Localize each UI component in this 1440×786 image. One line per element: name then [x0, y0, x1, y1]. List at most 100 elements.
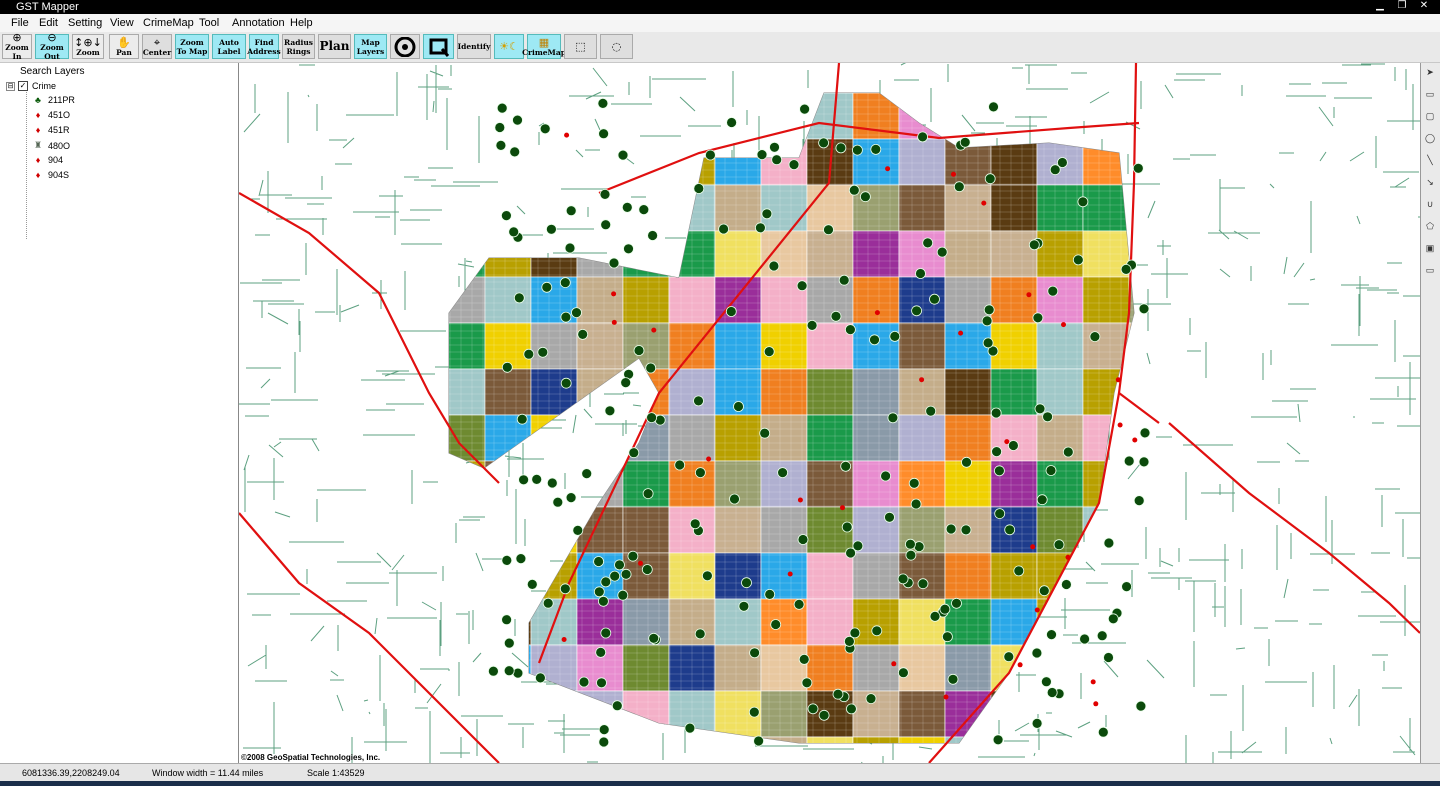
auto-label-button[interactable]: Auto Label [212, 34, 246, 59]
highway-line [1168, 422, 1420, 634]
layer-item-480o[interactable]: ♜ 480O [33, 140, 70, 151]
menu-setting[interactable]: Setting [68, 17, 102, 29]
crime-marker [604, 405, 616, 417]
zoom-in-button[interactable]: ⊕ Zoom In [2, 32, 32, 61]
crime-marker [1053, 539, 1065, 551]
district-block [1128, 138, 1134, 186]
district-block [622, 138, 670, 186]
zoom-out-button[interactable]: ⊖ Zoom Out [35, 32, 69, 61]
text-tool-icon[interactable]: ▭ [1424, 264, 1436, 276]
menu-help[interactable]: Help [290, 17, 313, 29]
crime-marker [600, 627, 612, 639]
crime-marker [596, 677, 607, 689]
red-pin-icon: ♦ [35, 110, 41, 120]
measure-radius-button[interactable]: ◌ [600, 34, 633, 59]
radius-rings-button[interactable]: Radius Rings [282, 34, 315, 59]
menu-view[interactable]: View [110, 17, 134, 29]
identify-button[interactable]: Identify [457, 34, 491, 59]
pan-button[interactable]: ✋ Pan [109, 34, 139, 59]
crime-marker [508, 226, 520, 238]
gray-figure-icon: ♜ [33, 140, 43, 150]
layer-checkbox[interactable]: ✓ [18, 81, 28, 91]
sun-moon-icon: ☀☾ [499, 40, 519, 53]
district-block [852, 736, 900, 743]
crime-marker [801, 677, 813, 689]
district-block [714, 138, 762, 186]
crime-marker [689, 518, 701, 530]
zoom-to-map-button[interactable]: Zoom To Map [175, 34, 209, 59]
collapse-icon[interactable]: ⊟ [6, 81, 15, 91]
close-button[interactable]: ✕ [1416, 0, 1432, 12]
red-incident-marker [958, 330, 964, 336]
crime-marker [945, 523, 957, 535]
crime-marker [994, 465, 1005, 477]
district-block [944, 276, 992, 324]
menu-file[interactable]: File [11, 17, 29, 29]
map-layers-button[interactable]: Map Layers [354, 34, 387, 59]
find-address-button[interactable]: Find Address [247, 34, 281, 59]
line-tool-icon[interactable]: ╲ [1424, 154, 1436, 166]
red-incident-marker [611, 319, 617, 325]
map-graphic[interactable] [239, 63, 1420, 763]
layer-item-451r[interactable]: ♦ 451R [33, 125, 70, 135]
crime-marker [1121, 581, 1132, 592]
layer-item-451o[interactable]: ♦ 451O [33, 110, 70, 120]
map-canvas[interactable]: ©2008 GeoSpatial Technologies, Inc. [239, 63, 1420, 763]
crime-marker [942, 631, 953, 643]
zoom-button[interactable]: ↕⊕↓ Zoom [72, 34, 104, 59]
crimemap-button[interactable]: ▦ CrimeMap [522, 34, 566, 59]
layer-item-904[interactable]: ♦ 904 [33, 155, 63, 165]
crime-marker [917, 131, 928, 143]
drawing-toolbar: ➤ ▭ ▢ ◯ ╲ ↘ ∪ ⬠ ▣ ▭ [1420, 63, 1440, 763]
tree-root-crime[interactable]: ⊟ ✓ Crime [6, 81, 56, 91]
ellipse-tool-icon[interactable]: ◯ [1424, 132, 1436, 144]
center-button[interactable]: ⌖ Center [142, 34, 172, 59]
plan-button[interactable]: Plan [318, 34, 351, 59]
menu-edit[interactable]: Edit [39, 17, 58, 29]
district-block [484, 690, 532, 738]
crime-marker [729, 493, 740, 505]
district-block [944, 93, 992, 140]
menu-crimemap[interactable]: CrimeMap [143, 17, 194, 29]
crime-marker [1032, 312, 1044, 324]
crime-marker [609, 570, 621, 582]
crime-marker [756, 149, 768, 160]
red-incident-marker [891, 661, 897, 667]
crime-marker [694, 467, 706, 479]
select-region-button[interactable] [423, 34, 454, 59]
district-block [576, 506, 624, 554]
polygon-tool-icon[interactable]: ⬠ [1424, 220, 1436, 232]
maximize-button[interactable]: ❐ [1394, 0, 1410, 12]
weather-button[interactable]: ☀☾ [494, 34, 524, 59]
arrow-line-tool-icon[interactable]: ↘ [1424, 176, 1436, 188]
crime-marker [759, 427, 771, 439]
district-block [530, 736, 578, 743]
menu-tool[interactable]: Tool [199, 17, 219, 29]
layer-item-904s[interactable]: ♦ 904S [33, 170, 69, 180]
target-button[interactable] [390, 34, 420, 59]
rectangle-tool-icon[interactable]: ▭ [1424, 88, 1436, 100]
district-block [1128, 736, 1134, 743]
crime-marker [1123, 455, 1135, 467]
rounded-rect-tool-icon[interactable]: ▢ [1424, 110, 1436, 122]
district-block [760, 184, 808, 232]
crime-marker [496, 102, 508, 114]
layer-item-211pr[interactable]: ♣ 211PR [33, 95, 75, 105]
district-block [760, 138, 808, 186]
district-block [944, 460, 992, 508]
crime-marker [915, 268, 926, 279]
curve-tool-icon[interactable]: ∪ [1424, 198, 1436, 210]
district-block [1082, 93, 1130, 140]
crime-marker [982, 337, 994, 349]
crime-marker [990, 407, 1002, 419]
image-tool-icon[interactable]: ▣ [1424, 242, 1436, 254]
crime-marker [1031, 647, 1043, 659]
crime-marker [598, 736, 610, 748]
arrow-select-icon[interactable]: ➤ [1424, 66, 1436, 78]
red-incident-marker [706, 456, 712, 462]
minimize-button[interactable]: ▁ [1372, 0, 1388, 12]
measure-area-button[interactable]: ⬚ [564, 34, 597, 59]
menu-annotation[interactable]: Annotation [232, 17, 285, 29]
crime-marker [992, 734, 1004, 746]
district-block [852, 276, 900, 324]
